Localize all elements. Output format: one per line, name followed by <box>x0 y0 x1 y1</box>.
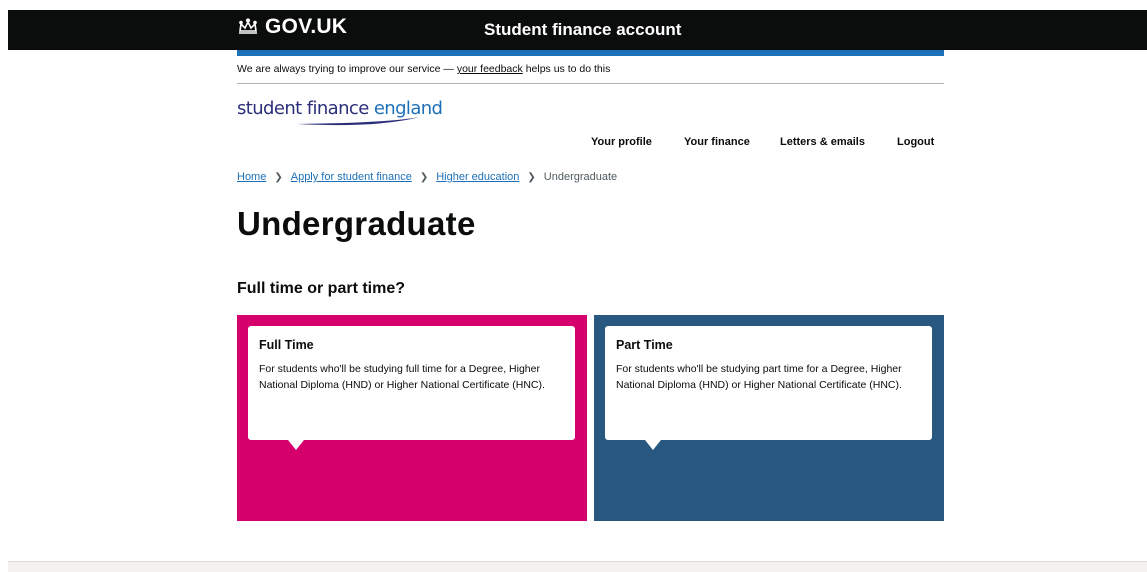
breadcrumb: Home ❯ Apply for student finance ❯ Highe… <box>237 171 617 183</box>
feedback-suffix: helps us to do this <box>522 63 611 75</box>
page-title: Undergraduate <box>237 205 476 242</box>
feedback-prefix: We are always trying to improve our serv… <box>237 63 457 75</box>
option-bubble: Full Time For students who'll be studyin… <box>248 326 575 440</box>
sfe-logo[interactable]: student finance england <box>237 98 443 126</box>
option-description: For students who'll be studying full tim… <box>259 363 545 391</box>
nav-letters-emails[interactable]: Letters & emails <box>780 136 865 148</box>
chevron-right-icon: ❯ <box>274 171 283 183</box>
bubble-pointer <box>288 440 304 450</box>
logo-text: GOV.UK <box>265 15 348 38</box>
footer <box>8 561 1147 572</box>
breadcrumb-higher-education[interactable]: Higher education <box>436 171 519 183</box>
question-heading: Full time or part time? <box>237 280 406 297</box>
feedback-banner: We are always trying to improve our serv… <box>237 63 610 75</box>
breadcrumb-current: Undergraduate <box>543 171 618 183</box>
chevron-right-icon: ❯ <box>527 171 536 183</box>
divider <box>237 83 944 84</box>
option-bubble: Part Time For students who'll be studyin… <box>605 326 932 440</box>
breadcrumb-home[interactable]: Home <box>237 171 266 183</box>
govuk-logo-link[interactable]: GOV.UK <box>237 15 347 39</box>
full-time-option-card[interactable]: Full Time For students who'll be studyin… <box>237 315 587 521</box>
header-bar: GOV.UK Student finance account <box>8 10 1147 50</box>
option-title: Part Time <box>616 338 673 352</box>
part-time-option-card[interactable]: Part Time For students who'll be studyin… <box>594 315 944 521</box>
nav-your-finance[interactable]: Your finance <box>684 136 750 148</box>
nav-logout[interactable]: Logout <box>897 136 934 148</box>
chevron-right-icon: ❯ <box>419 171 429 183</box>
crown-icon <box>239 18 257 34</box>
service-name[interactable]: Student finance account <box>484 20 681 40</box>
sfe-swoosh-icon <box>297 117 420 126</box>
header-accent-line <box>237 50 944 56</box>
bubble-pointer <box>645 440 661 450</box>
nav-your-profile[interactable]: Your profile <box>591 136 652 148</box>
option-title: Full Time <box>259 338 314 352</box>
option-description: For students who'll be studying part tim… <box>616 363 902 391</box>
breadcrumb-apply[interactable]: Apply for student finance <box>291 171 412 183</box>
feedback-link[interactable]: your feedback <box>457 63 523 75</box>
